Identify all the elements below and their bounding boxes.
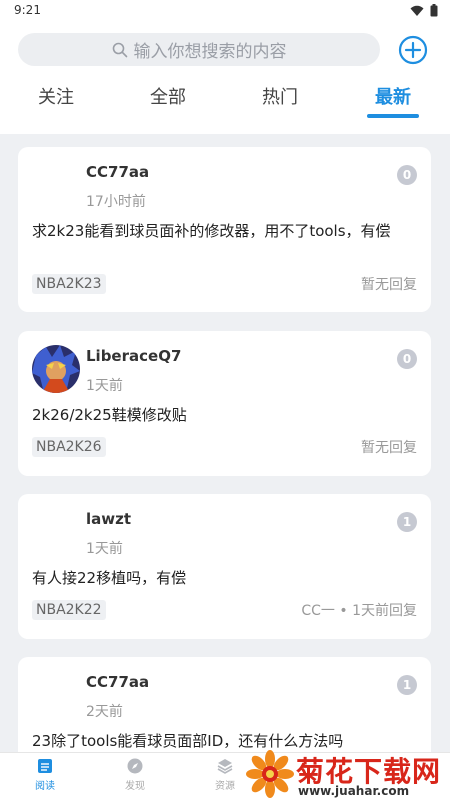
search-placeholder: 输入你想搜索的内容: [133, 42, 287, 62]
layers-icon: [217, 759, 233, 774]
search-input[interactable]: 输入你想搜索的内容: [18, 33, 380, 66]
nav-read-label: 阅读: [35, 781, 55, 792]
post-tag[interactable]: NBA2K23: [32, 274, 106, 294]
tab-bar: 关注 全部 热门 最新: [0, 84, 450, 124]
post-card[interactable]: LiberaceQ7 1天前 0 2k26/2k25鞋模修改贴 NBA2K26 …: [18, 331, 431, 476]
add-post-icon[interactable]: [398, 35, 428, 65]
header: 输入你想搜索的内容 关注 全部 热门 最新: [0, 22, 450, 134]
battery-icon: [430, 4, 438, 17]
post-tag[interactable]: NBA2K26: [32, 437, 106, 457]
post-username[interactable]: LiberaceQ7: [86, 347, 181, 365]
reply-count-badge: 0: [397, 165, 417, 185]
reply-count-badge: 1: [397, 512, 417, 532]
post-card[interactable]: CC77aa 2天前 1 23除了tools能看球员面部ID，还有什么方法吗: [18, 657, 431, 752]
post-time: 1天前: [86, 541, 123, 557]
post-card[interactable]: lawzt 1天前 1 有人接22移植吗，有偿 NBA2K22 CC一 • 1天…: [18, 494, 431, 639]
compass-icon: [127, 758, 143, 774]
active-tab-indicator: [367, 114, 419, 118]
search-icon: [112, 42, 127, 57]
reply-count-badge: 1: [397, 675, 417, 695]
post-tag[interactable]: NBA2K22: [32, 600, 106, 620]
tab-all[interactable]: 全部: [128, 84, 208, 112]
post-username[interactable]: CC77aa: [86, 673, 149, 691]
status-bar: 9:21: [0, 0, 450, 22]
nav-read[interactable]: 阅读: [15, 757, 75, 792]
nav-resources-label: 资源: [215, 781, 235, 792]
post-time: 2天前: [86, 704, 123, 720]
post-title[interactable]: 求2k23能看到球员面补的修改器，用不了tools，有偿: [32, 221, 417, 241]
tab-following[interactable]: 关注: [16, 84, 96, 112]
reply-status: 暂无回复: [361, 440, 417, 456]
tab-latest[interactable]: 最新: [353, 84, 433, 118]
watermark: 菊花下载网 www.juahar.com: [246, 748, 450, 800]
wifi-icon: [410, 5, 424, 16]
nav-discover-label: 发现: [125, 781, 145, 792]
status-time: 9:21: [14, 3, 41, 17]
post-time: 17小时前: [86, 194, 146, 210]
post-title[interactable]: 有人接22移植吗，有偿: [32, 568, 417, 588]
avatar[interactable]: [32, 345, 80, 393]
read-icon: [38, 759, 52, 773]
flower-logo-icon: [246, 750, 294, 798]
post-feed[interactable]: CC77aa 17小时前 0 求2k23能看到球员面补的修改器，用不了tools…: [0, 134, 450, 752]
tab-hot[interactable]: 热门: [240, 84, 320, 112]
post-username[interactable]: CC77aa: [86, 163, 149, 181]
post-username[interactable]: lawzt: [86, 510, 131, 528]
post-card[interactable]: CC77aa 17小时前 0 求2k23能看到球员面补的修改器，用不了tools…: [18, 147, 431, 312]
tab-latest-label: 最新: [375, 87, 411, 108]
post-title[interactable]: 2k26/2k25鞋模修改贴: [32, 405, 417, 425]
reply-count-badge: 0: [397, 349, 417, 369]
post-time: 1天前: [86, 378, 123, 394]
reply-status: CC一 • 1天前回复: [301, 603, 417, 619]
nav-discover[interactable]: 发现: [105, 757, 165, 792]
reply-status: 暂无回复: [361, 277, 417, 293]
watermark-url: www.juahar.com: [298, 784, 410, 798]
